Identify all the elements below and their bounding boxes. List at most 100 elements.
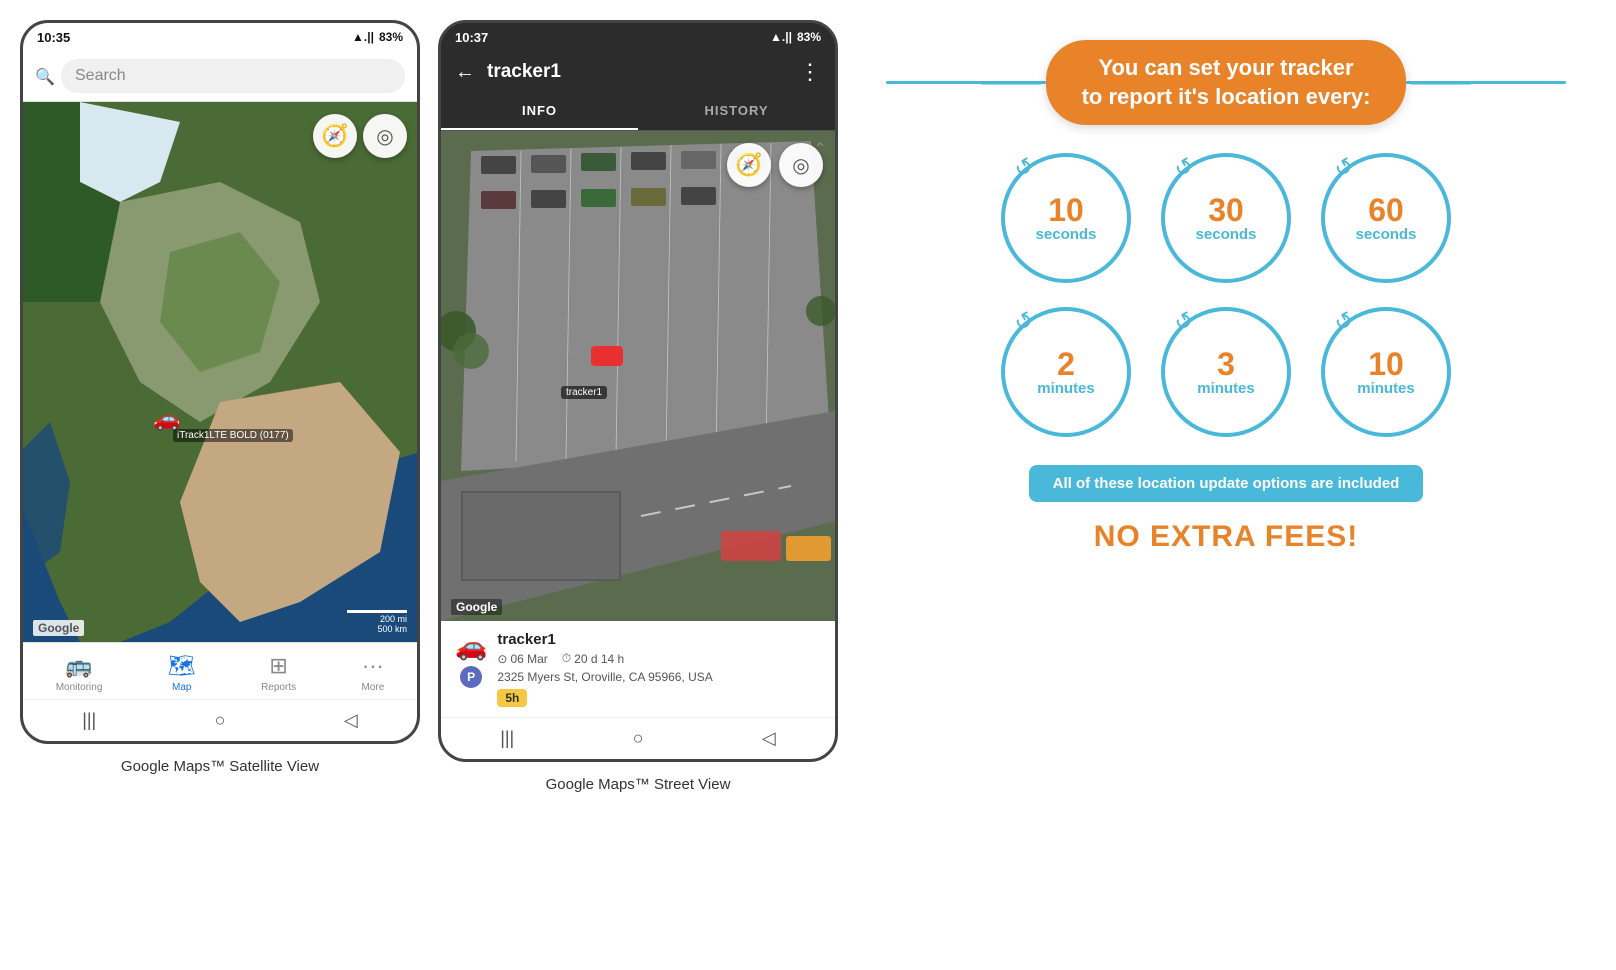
phone2-signal: ▲.||	[770, 30, 792, 44]
circle-3min-ring: ↺ 3 minutes	[1161, 307, 1291, 437]
scale-label1: 200 mi	[380, 614, 407, 624]
circle-60sec-ring: ↺ 60 seconds	[1321, 153, 1451, 283]
map-compass[interactable]: 🧭	[313, 114, 357, 158]
heading-row: You can set your tracker to report it's …	[886, 40, 1566, 125]
circle-2min-num: 2	[1057, 348, 1075, 380]
circle-3min-unit: minutes	[1197, 380, 1255, 397]
circle-30sec-num: 30	[1208, 194, 1244, 226]
nav-map[interactable]: 🗺 Map	[158, 651, 206, 695]
circle-10min-num: 10	[1368, 348, 1404, 380]
aerial-compass[interactable]: 🧭	[727, 143, 771, 187]
nav-monitoring[interactable]: 🚌 Monitoring	[46, 651, 113, 695]
circle-60sec-num: 60	[1368, 194, 1404, 226]
circle-3min-arrow: ↺	[1170, 306, 1199, 338]
map-icon: 🗺	[168, 653, 196, 679]
p-badge: P	[460, 666, 482, 688]
scale-bar	[347, 610, 407, 613]
scale-label2: 500 km	[377, 624, 407, 634]
more-options-button[interactable]: ⋮	[799, 59, 821, 85]
phone2-system-nav: ||| ○ ◁	[441, 717, 835, 759]
meta-date: ⊙ 06 Mar	[497, 652, 547, 666]
circle-2min-unit: minutes	[1037, 380, 1095, 397]
search-icon: 🔍	[35, 67, 53, 85]
nav-reports[interactable]: ⊞ Reports	[251, 651, 306, 695]
aerial-tracker-label: tracker1	[561, 386, 607, 399]
nav-map-label: Map	[172, 682, 191, 693]
phone2-caption: Google Maps™ Street View	[546, 776, 731, 793]
circle-2min: ↺ 2 minutes	[1001, 307, 1131, 437]
nav-reports-label: Reports	[261, 682, 296, 693]
phone2-recent-apps-button[interactable]: |||	[480, 724, 534, 753]
compass-icon: 🧭	[321, 123, 348, 149]
phone1-search-bar: 🔍 Search	[23, 51, 417, 102]
phone1-signal: ▲.||	[352, 30, 374, 44]
circle-30sec-unit: seconds	[1196, 226, 1257, 243]
circle-2min-arrow: ↺	[1010, 306, 1039, 338]
tracker-title: tracker1	[487, 61, 787, 83]
car-icon: 🚗	[455, 631, 487, 662]
time-icon: ⏱	[562, 651, 571, 666]
nav-monitoring-label: Monitoring	[56, 682, 103, 693]
map-marker-label: iTrack1LTE BOLD (0177)	[173, 429, 293, 442]
no-extra-fees: NO EXTRA FEES!	[1094, 520, 1359, 554]
time-badge: 5h	[497, 689, 527, 707]
phone1-wrapper: 10:35 ▲.|| 83% 🔍 Search	[20, 20, 420, 775]
circle-10min-arrow: ↺	[1330, 306, 1359, 338]
meta-date-value: 06 Mar	[510, 652, 547, 666]
circle-10min-unit: minutes	[1357, 380, 1415, 397]
promo-heading-line2: to report it's location every:	[1082, 83, 1371, 112]
phone2-header: ← tracker1 ⋮	[441, 51, 835, 93]
search-input[interactable]: Search	[61, 59, 405, 93]
meta-duration: ⏱ 20 d 14 h	[562, 651, 624, 666]
meta-duration-value: 20 d 14 h	[574, 652, 624, 666]
phone2-frame: 10:37 ▲.|| 83% ← tracker1 ⋮ INFO HISTORY	[438, 20, 838, 762]
google-logo-phone1: Google	[33, 620, 84, 636]
phone1-system-nav: ||| ○ ◁	[23, 699, 417, 741]
phone1-status-right: ▲.|| 83%	[352, 30, 403, 44]
tracker-name: tracker1	[497, 631, 821, 648]
satellite-terrain-svg	[23, 102, 417, 642]
circle-30sec-arrow: ↺	[1170, 152, 1199, 184]
back-arrow-button[interactable]: ←	[455, 61, 475, 84]
circle-10sec: ↺ 10 seconds	[1001, 153, 1131, 283]
phone2-home-button[interactable]: ○	[613, 724, 664, 753]
tab-history[interactable]: HISTORY	[638, 93, 835, 130]
monitoring-icon: 🚌	[65, 653, 92, 679]
nav-more[interactable]: ··· More	[351, 651, 394, 695]
phone2-time: 10:37	[455, 30, 488, 45]
circle-60sec: ↺ 60 seconds	[1321, 153, 1451, 283]
included-banner: All of these location update options are…	[1029, 465, 1424, 502]
phone1-battery: 83%	[379, 30, 403, 44]
tracker-promo: You can set your tracker to report it's …	[886, 40, 1566, 554]
circles-grid: ↺ 10 seconds ↺ 30 seconds ↺ 60	[1001, 153, 1451, 437]
satellite-map[interactable]: 🧭 ◎ 🚗 iTrack1LTE BOLD (0177) Google 200 …	[23, 102, 417, 642]
back-button[interactable]: ◁	[324, 706, 378, 735]
phone2-battery: 83%	[797, 30, 821, 44]
phone1-status-bar: 10:35 ▲.|| 83%	[23, 23, 417, 51]
tab-info[interactable]: INFO	[441, 93, 638, 130]
map-location-button[interactable]: ◎	[363, 114, 407, 158]
tracker-meta: ⊙ 06 Mar ⏱ 20 d 14 h	[497, 651, 821, 666]
circle-10min-ring: ↺ 10 minutes	[1321, 307, 1451, 437]
phone2-status-bar: 10:37 ▲.|| 83%	[441, 23, 835, 51]
circle-3min: ↺ 3 minutes	[1161, 307, 1291, 437]
main-layout: 10:35 ▲.|| 83% 🔍 Search	[20, 20, 1596, 793]
more-icon: ···	[362, 653, 384, 679]
aerial-google-logo: Google	[451, 599, 502, 615]
nav-more-label: More	[361, 682, 384, 693]
circle-10sec-arrow: ↺	[1010, 152, 1039, 184]
home-button[interactable]: ○	[195, 706, 246, 735]
phone1-bottom-nav: 🚌 Monitoring 🗺 Map ⊞ Reports ··· More	[23, 642, 417, 699]
promo-heading-line1: You can set your tracker	[1082, 54, 1371, 83]
tracker-details: tracker1 ⊙ 06 Mar ⏱ 20 d 14 h 2325 Myers…	[497, 631, 821, 707]
phone2-back-button[interactable]: ◁	[742, 724, 796, 753]
recent-apps-button[interactable]: |||	[62, 706, 116, 735]
aerial-scroll-button[interactable]: ⌃	[814, 139, 827, 159]
circle-30sec: ↺ 30 seconds	[1161, 153, 1291, 283]
phone2-status-right: ▲.|| 83%	[770, 30, 821, 44]
circle-10sec-num: 10	[1048, 194, 1084, 226]
phone1-time: 10:35	[37, 30, 70, 45]
aerial-map[interactable]: tracker1 🧭 ◎ Google ⌃	[441, 131, 835, 621]
tracker-info-card: 🚗 P tracker1 ⊙ 06 Mar ⏱ 20 d 14 h	[441, 621, 835, 717]
right-panel: You can set your tracker to report it's …	[856, 20, 1596, 574]
